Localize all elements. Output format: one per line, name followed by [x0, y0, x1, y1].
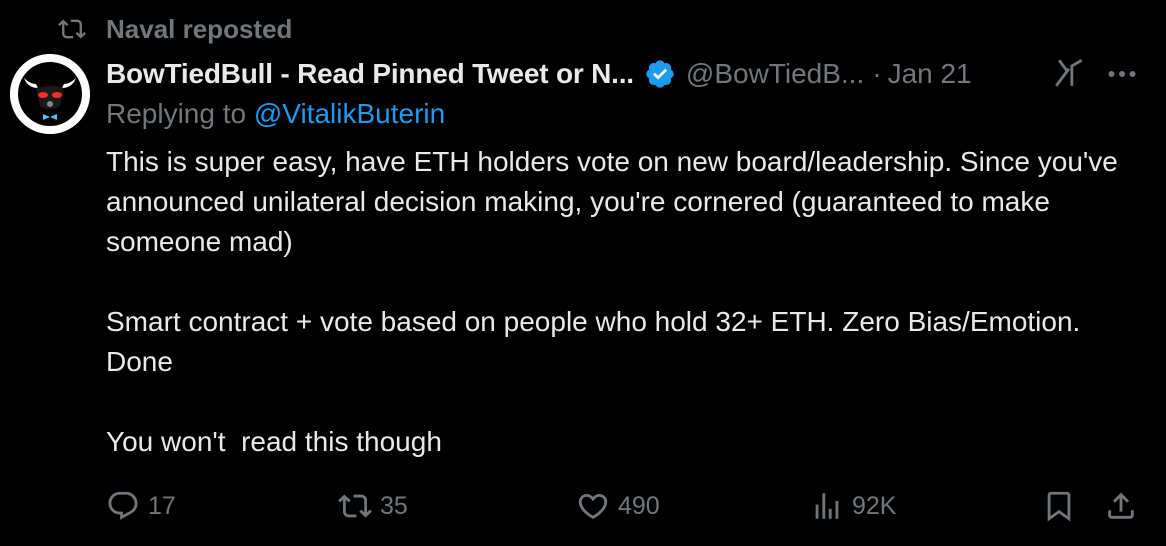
repost-button[interactable]: 35: [338, 484, 408, 528]
tweet-paragraph: Smart contract + vote based on people wh…: [106, 306, 1089, 377]
repost-label: Naval reposted: [106, 13, 293, 44]
verified-badge-icon[interactable]: [644, 58, 676, 90]
views-icon: [815, 493, 839, 519]
tweet[interactable]: Naval reposted BowTiedBull - Read Pinned…: [0, 0, 1166, 546]
display-name[interactable]: BowTiedBull - Read Pinned Tweet or N...: [106, 58, 634, 90]
avatar[interactable]: [10, 54, 90, 134]
tweet-paragraph: This is super easy, have ETH holders vot…: [106, 146, 1126, 257]
share-icon: [1108, 492, 1134, 519]
bookmark-button[interactable]: [1042, 484, 1076, 528]
tweet-header: BowTiedBull - Read Pinned Tweet or N... …: [106, 52, 1146, 96]
grok-icon[interactable]: [1052, 56, 1086, 90]
views-count: 92K: [852, 491, 897, 520]
share-button[interactable]: [1104, 484, 1138, 528]
tweet-paragraph: You won't read this though: [106, 426, 442, 457]
tweet-date[interactable]: Jan 21: [888, 58, 972, 90]
action-bar: 17 35 490 92K: [106, 484, 1156, 528]
reply-icon: [108, 491, 138, 520]
repost-icon: [58, 19, 86, 39]
tweet-text: This is super easy, have ETH holders vot…: [106, 142, 1146, 462]
like-count: 490: [618, 491, 660, 520]
replying-to: Replying to @VitalikButerin: [106, 98, 445, 138]
repost-context[interactable]: Naval reposted: [58, 12, 292, 46]
more-icon[interactable]: [1104, 56, 1140, 92]
bull-logo-icon: [10, 54, 90, 134]
like-button[interactable]: 490: [576, 484, 660, 528]
repost-icon: [338, 494, 372, 518]
reply-button[interactable]: 17: [106, 484, 176, 528]
views-button[interactable]: 92K: [810, 484, 896, 528]
reply-prefix: Replying to: [106, 98, 254, 129]
author-handle[interactable]: @BowTiedB...: [686, 58, 864, 90]
bookmark-icon: [1047, 491, 1071, 522]
reply-count: 17: [148, 491, 176, 520]
separator-dot: ·: [872, 58, 882, 89]
repost-count: 35: [380, 491, 408, 520]
like-icon: [578, 493, 608, 519]
reply-mention-link[interactable]: @VitalikButerin: [254, 98, 445, 129]
